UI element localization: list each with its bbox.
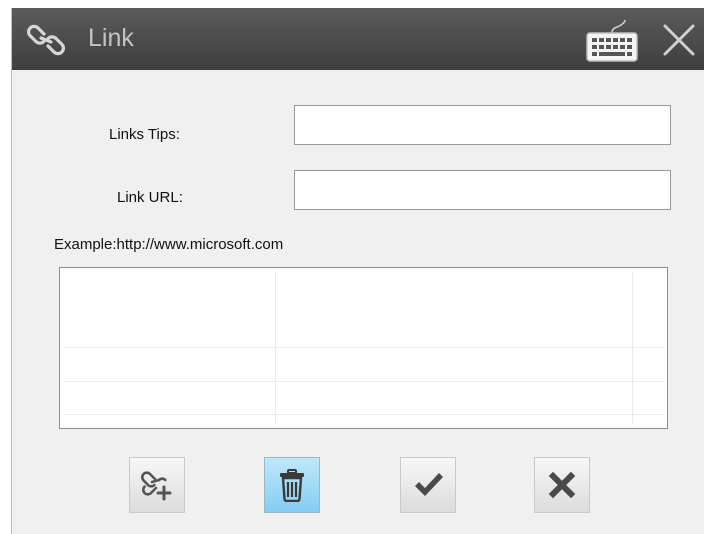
links-tips-input[interactable]: [294, 105, 671, 145]
column-divider: [275, 272, 276, 424]
link-icon: [27, 24, 65, 56]
trash-icon: [280, 469, 304, 502]
ok-button[interactable]: [400, 457, 456, 513]
row-divider: [64, 347, 664, 348]
add-link-button[interactable]: [129, 457, 185, 513]
link-url-label: Link URL:: [117, 189, 183, 206]
keyboard-icon[interactable]: [581, 19, 643, 63]
links-tips-label: Links Tips:: [109, 126, 180, 143]
checkmark-icon: [415, 473, 443, 496]
row-divider: [64, 381, 664, 382]
delete-button[interactable]: [264, 457, 320, 513]
x-icon: [548, 471, 576, 499]
row-divider: [64, 414, 664, 415]
link-dialog: Link Links Tips: Link URL: Example:http:…: [11, 8, 704, 534]
links-list[interactable]: [59, 267, 668, 429]
window-title: Link: [88, 24, 134, 52]
link-url-input[interactable]: [294, 170, 671, 210]
add-link-icon: [140, 471, 172, 501]
column-divider: [632, 272, 633, 424]
close-icon[interactable]: [661, 22, 697, 58]
title-bar: Link: [12, 8, 704, 70]
example-text: Example:http://www.microsoft.com: [54, 236, 284, 253]
cancel-button[interactable]: [534, 457, 590, 513]
